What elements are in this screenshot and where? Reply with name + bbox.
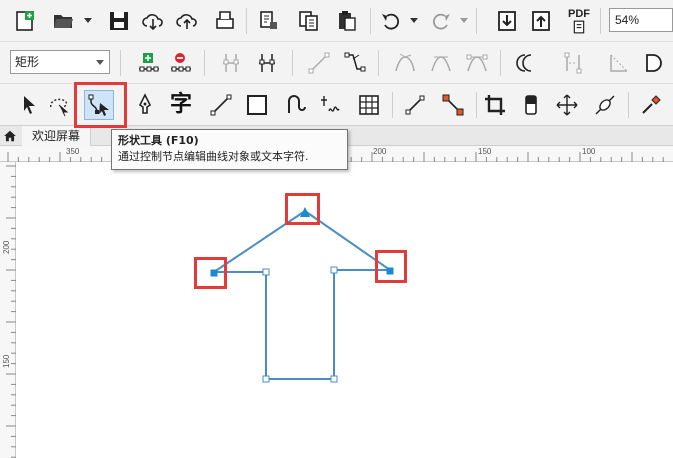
text-tool-icon[interactable]: 字 — [166, 90, 196, 120]
ruler-label: 200 — [373, 147, 387, 156]
node[interactable] — [262, 375, 270, 383]
extend-curve-close-icon[interactable] — [558, 48, 588, 78]
standard-toolbar: PDF 54% — [0, 0, 673, 42]
highlight-right-node — [375, 250, 407, 283]
blend-tool-icon[interactable] — [438, 90, 468, 120]
eyedropper-tool-icon[interactable] — [636, 90, 666, 120]
break-curve-icon[interactable] — [252, 48, 282, 78]
auto-close-curve-icon[interactable] — [638, 48, 668, 78]
add-node-icon[interactable] — [134, 48, 164, 78]
tab-welcome-screen[interactable]: 欢迎屏幕 — [22, 126, 92, 146]
drawing-canvas[interactable] — [16, 162, 673, 458]
dimension-tool-icon[interactable] — [316, 90, 346, 120]
node[interactable] — [262, 268, 270, 276]
freehand-pick-tool-icon[interactable] — [44, 90, 74, 120]
pick-tool-icon[interactable] — [14, 90, 44, 120]
undo-icon[interactable] — [376, 6, 406, 36]
highlight-left-node — [194, 257, 227, 289]
cloud-upload-icon[interactable] — [172, 6, 202, 36]
contour-tool-icon[interactable] — [590, 90, 620, 120]
pdf-label: PDF — [568, 8, 590, 20]
cloud-download-icon[interactable] — [138, 6, 168, 36]
property-bar: 矩形 — [0, 42, 673, 84]
highlight-top-node — [285, 193, 320, 225]
vertical-ruler[interactable]: 200 150 — [0, 162, 16, 458]
ruler-label: 350 — [66, 147, 80, 156]
close-curve-icon[interactable] — [604, 48, 634, 78]
highlight-shape-tool — [74, 82, 127, 128]
artistic-media-tool-icon[interactable] — [130, 90, 160, 120]
to-curve-icon[interactable] — [340, 48, 370, 78]
ruler-label: 100 — [582, 147, 596, 156]
redo-dropdown-icon[interactable] — [460, 18, 468, 23]
delete-node-icon[interactable] — [166, 48, 196, 78]
shape-tool-tooltip: 形状工具 (F10) 通过控制节点编辑曲线对象或文本字符. — [111, 129, 348, 170]
line-tool-icon[interactable] — [206, 90, 236, 120]
print-icon[interactable] — [210, 6, 240, 36]
vertical-ruler-ticks — [6, 165, 16, 458]
arrow-curve[interactable] — [210, 209, 394, 380]
arrow-shape[interactable] — [16, 162, 673, 458]
chevron-down-icon — [96, 60, 104, 65]
home-icon[interactable] — [0, 126, 20, 146]
object-type-value: 矩形 — [15, 55, 40, 69]
open-dropdown-icon[interactable] — [84, 18, 92, 23]
cusp-node-icon[interactable] — [390, 48, 420, 78]
pan-tool-icon[interactable] — [552, 90, 582, 120]
publish-pdf-icon[interactable]: PDF — [564, 6, 594, 36]
new-document-icon[interactable] — [10, 6, 40, 36]
to-line-icon[interactable] — [304, 48, 334, 78]
crop-tool-icon[interactable] — [480, 90, 510, 120]
rectangle-tool-icon[interactable] — [242, 90, 272, 120]
table-tool-icon[interactable] — [354, 90, 384, 120]
undo-dropdown-icon[interactable] — [410, 18, 418, 23]
smooth-node-icon[interactable] — [426, 48, 456, 78]
copy-properties-icon[interactable] — [254, 6, 284, 36]
save-icon[interactable] — [104, 6, 134, 36]
spiral-tool-icon[interactable] — [280, 90, 310, 120]
export-icon[interactable] — [526, 6, 556, 36]
tooltip-description: 通过控制节点编辑曲线对象或文本字符. — [118, 150, 309, 163]
import-icon[interactable] — [492, 6, 522, 36]
redo-icon[interactable] — [426, 6, 456, 36]
zoom-level-input[interactable]: 54% — [609, 8, 673, 32]
node[interactable] — [330, 375, 338, 383]
reverse-direction-icon[interactable] — [512, 48, 542, 78]
eraser-tool-icon[interactable] — [516, 90, 546, 120]
open-folder-icon[interactable] — [48, 6, 78, 36]
ruler-label: 150 — [478, 147, 492, 156]
node[interactable] — [330, 266, 338, 274]
symmetric-node-icon[interactable] — [462, 48, 492, 78]
copy-icon[interactable] — [294, 6, 324, 36]
object-type-dropdown[interactable]: 矩形 — [10, 50, 110, 74]
join-nodes-icon[interactable] — [216, 48, 246, 78]
paste-icon[interactable] — [332, 6, 362, 36]
ruler-label: 200 — [2, 240, 11, 254]
tooltip-title: 形状工具 (F10) — [118, 134, 199, 147]
connector-tool-icon[interactable] — [400, 90, 430, 120]
ruler-label: 150 — [2, 354, 11, 368]
